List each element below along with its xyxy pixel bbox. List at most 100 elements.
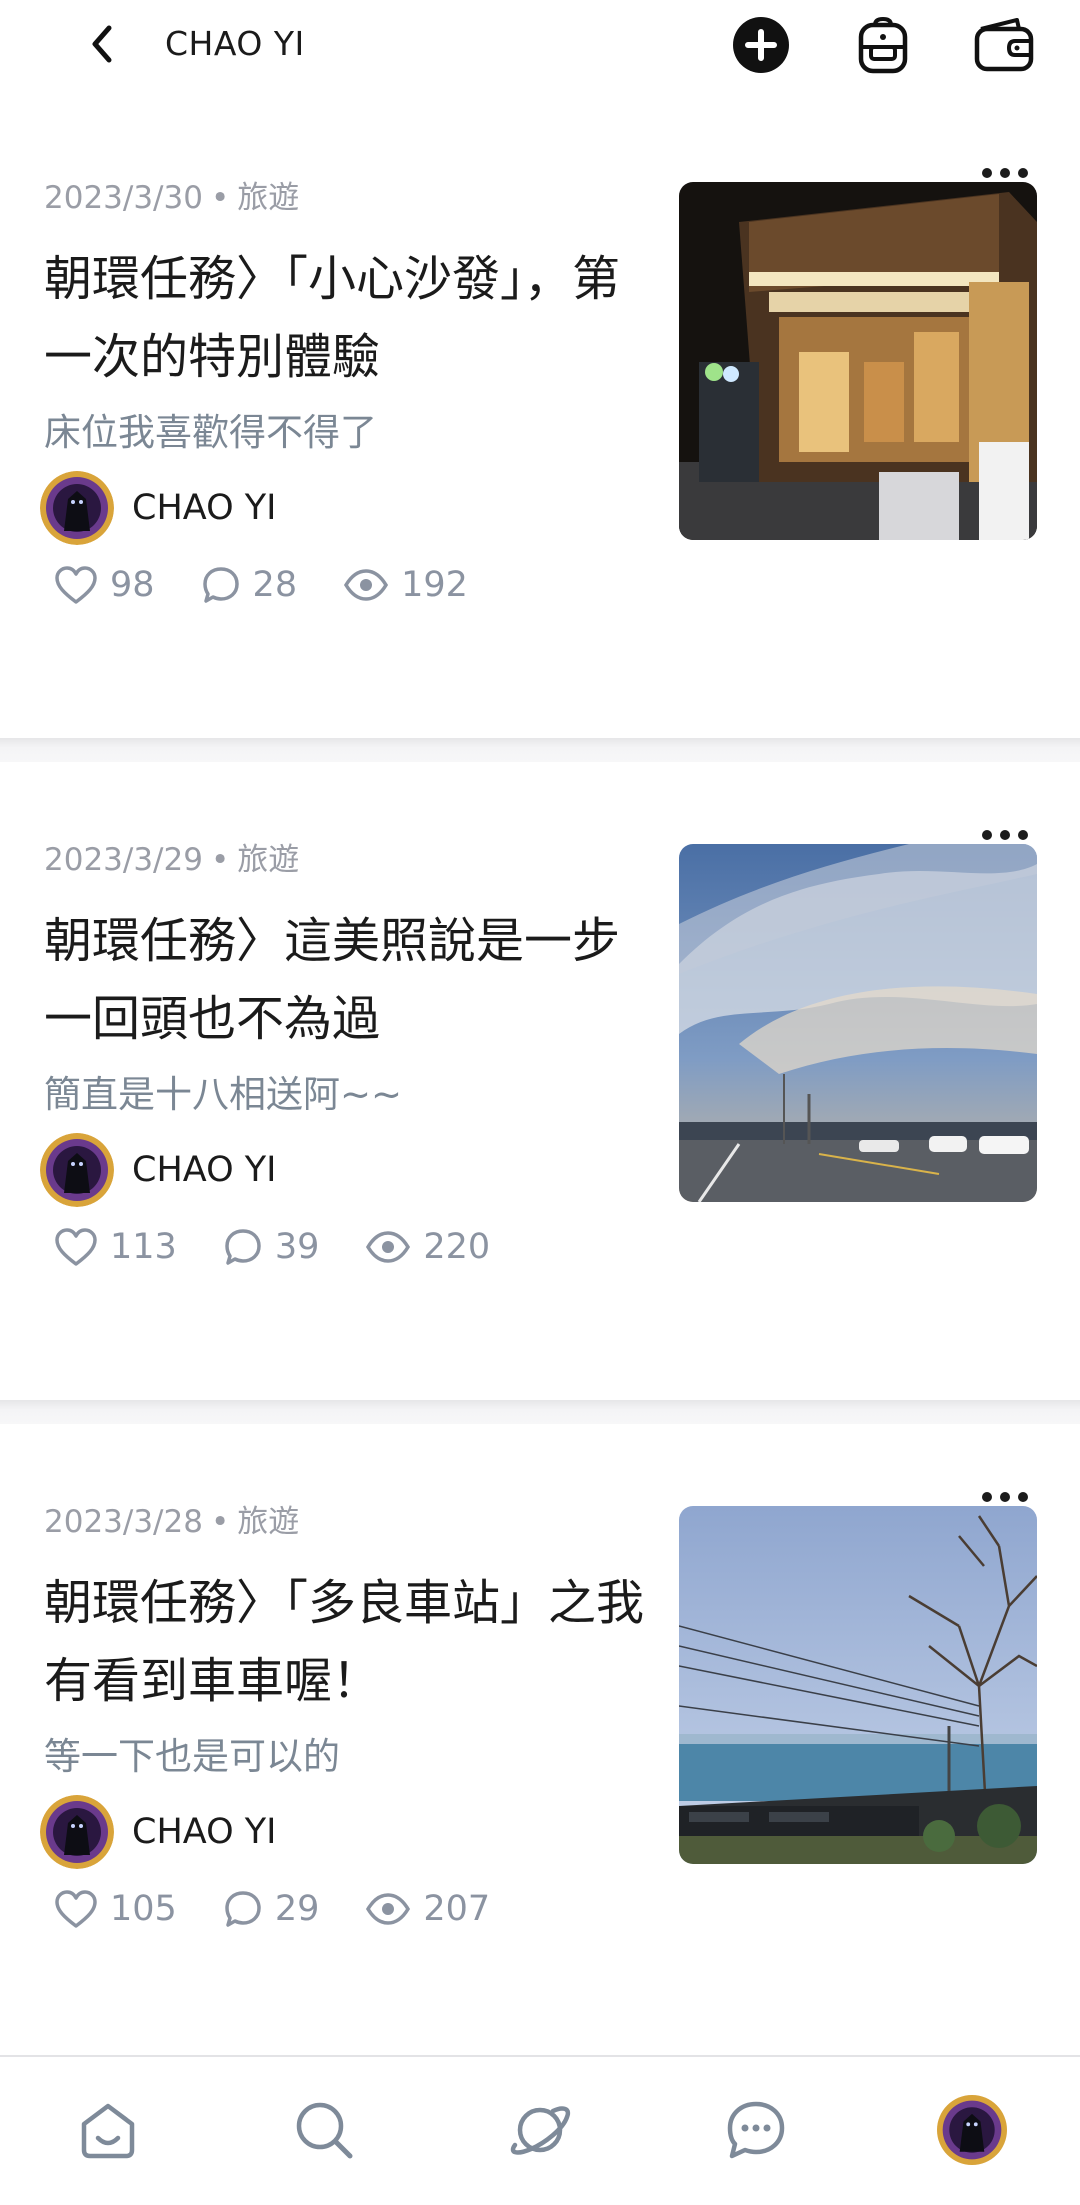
more-dot xyxy=(1018,1492,1028,1502)
more-dot xyxy=(1000,830,1010,840)
backpack-button[interactable] xyxy=(852,14,914,76)
view-count: 220 xyxy=(423,1227,491,1267)
avatar[interactable] xyxy=(40,1795,114,1869)
avatar[interactable] xyxy=(40,471,114,545)
views-stat: 207 xyxy=(365,1889,490,1929)
heart-icon xyxy=(55,1228,97,1266)
more-dot xyxy=(982,1492,992,1502)
nav-messages[interactable] xyxy=(721,2095,791,2165)
top-bar: CHAO YI xyxy=(0,0,1080,92)
comment-count: 39 xyxy=(274,1227,320,1267)
author-name[interactable]: CHAO YI xyxy=(132,488,276,528)
more-dot xyxy=(982,830,992,840)
meta-separator: • xyxy=(210,1504,230,1540)
author-name[interactable]: CHAO YI xyxy=(132,1812,276,1852)
author-row[interactable]: CHAO YI xyxy=(40,1794,276,1870)
post-thumbnail[interactable] xyxy=(679,1506,1037,1864)
wallet-icon xyxy=(974,18,1034,72)
seaside-train-image xyxy=(679,1506,1037,1864)
post-subtitle: 等一下也是可以的 xyxy=(44,1735,340,1778)
like-count: 105 xyxy=(110,1889,177,1929)
post-date: 2023/3/30 xyxy=(44,180,203,216)
eye-icon xyxy=(366,1893,411,1925)
meta-separator: • xyxy=(210,842,230,878)
post-meta: 2023/3/28 • 旅遊 xyxy=(44,1496,299,1541)
profile-avatar xyxy=(937,2095,1007,2165)
sky-clouds-image xyxy=(679,844,1037,1202)
view-count: 207 xyxy=(423,1889,491,1929)
post-title[interactable]: 朝環任務〉「小心沙發」，第一次的特別體驗 xyxy=(44,240,654,396)
eye-icon xyxy=(344,569,389,601)
author-name[interactable]: CHAO YI xyxy=(132,1150,276,1190)
wallet-button[interactable] xyxy=(973,14,1035,76)
post-category[interactable]: 旅遊 xyxy=(237,180,299,216)
nav-home[interactable] xyxy=(73,2095,143,2165)
page-title: CHAO YI xyxy=(165,24,305,63)
comment-button[interactable]: 28 xyxy=(201,565,298,605)
chevron-left-icon xyxy=(92,25,112,63)
like-count: 98 xyxy=(110,565,155,605)
like-button[interactable]: 105 xyxy=(54,1889,177,1929)
home-icon xyxy=(81,2103,135,2159)
post-category[interactable]: 旅遊 xyxy=(237,1504,299,1540)
post-date: 2023/3/28 xyxy=(44,1504,203,1540)
more-dot xyxy=(1000,1492,1010,1502)
chat-bubble-icon xyxy=(727,2101,785,2159)
meta-separator: • xyxy=(210,180,230,216)
comment-bubble-icon xyxy=(225,1891,261,1927)
post-title[interactable]: 朝環任務〉「多良車站」之我有看到車車喔！ xyxy=(44,1564,654,1720)
views-stat: 220 xyxy=(365,1227,490,1267)
card-divider xyxy=(0,738,1080,762)
back-button[interactable] xyxy=(78,20,126,68)
eye-icon xyxy=(366,1231,411,1263)
more-dot xyxy=(982,168,992,178)
post-thumbnail[interactable] xyxy=(679,844,1037,1202)
post-category[interactable]: 旅遊 xyxy=(237,842,299,878)
avatar-image xyxy=(40,1133,114,1207)
more-dot xyxy=(1018,168,1028,178)
planet-icon xyxy=(510,2106,571,2155)
post-stats: 98 28 192 xyxy=(54,555,514,615)
storefront-night-image xyxy=(679,182,1037,540)
comment-count: 28 xyxy=(252,565,298,605)
plus-circle-icon xyxy=(733,17,789,73)
views-stat: 192 xyxy=(343,565,468,605)
avatar-image xyxy=(40,471,114,545)
card-divider xyxy=(0,1400,1080,1424)
post-card[interactable]: 2023/3/29 • 旅遊 朝環任務〉這美照說是一步一回頭也不為過 簡直是十八相送… xyxy=(0,762,1080,1424)
more-dot xyxy=(1000,168,1010,178)
post-stats: 105 29 207 xyxy=(54,1879,536,1939)
bottom-navigation xyxy=(0,2055,1080,2205)
avatar-image xyxy=(40,1795,114,1869)
more-dot xyxy=(1018,830,1028,840)
add-post-button[interactable] xyxy=(730,14,792,76)
post-thumbnail[interactable] xyxy=(679,182,1037,540)
avatar[interactable] xyxy=(40,1133,114,1207)
post-subtitle: 床位我喜歡得不得了 xyxy=(44,411,377,454)
post-date: 2023/3/29 xyxy=(44,842,203,878)
post-card[interactable]: 2023/3/30 • 旅遊 朝環任務〉「小心沙發」，第一次的特別體驗 床位我喜歡得… xyxy=(0,100,1080,762)
nav-search[interactable] xyxy=(289,2095,359,2165)
comment-bubble-icon xyxy=(202,567,239,603)
post-subtitle: 簡直是十八相送阿~~ xyxy=(44,1073,403,1116)
search-icon xyxy=(296,2102,353,2159)
comment-bubble-icon xyxy=(225,1229,261,1265)
post-meta: 2023/3/29 • 旅遊 xyxy=(44,834,299,879)
post-title[interactable]: 朝環任務〉這美照說是一步一回頭也不為過 xyxy=(44,902,654,1058)
author-row[interactable]: CHAO YI xyxy=(40,470,276,546)
nav-profile[interactable] xyxy=(937,2095,1007,2165)
post-card[interactable]: 2023/3/28 • 旅遊 朝環任務〉「多良車站」之我有看到車車喔！ 等一下也是可… xyxy=(0,1424,1080,2086)
heart-icon xyxy=(55,1890,97,1928)
heart-icon xyxy=(55,566,97,604)
post-meta: 2023/3/30 • 旅遊 xyxy=(44,172,299,217)
author-row[interactable]: CHAO YI xyxy=(40,1132,276,1208)
backpack-icon xyxy=(858,16,908,74)
like-button[interactable]: 98 xyxy=(54,565,155,605)
comment-count: 29 xyxy=(274,1889,320,1929)
nav-explore[interactable] xyxy=(505,2095,575,2165)
comment-button[interactable]: 29 xyxy=(223,1889,320,1929)
comment-button[interactable]: 39 xyxy=(223,1227,320,1267)
like-button[interactable]: 113 xyxy=(54,1227,177,1267)
view-count: 192 xyxy=(401,565,468,605)
like-count: 113 xyxy=(110,1227,177,1267)
